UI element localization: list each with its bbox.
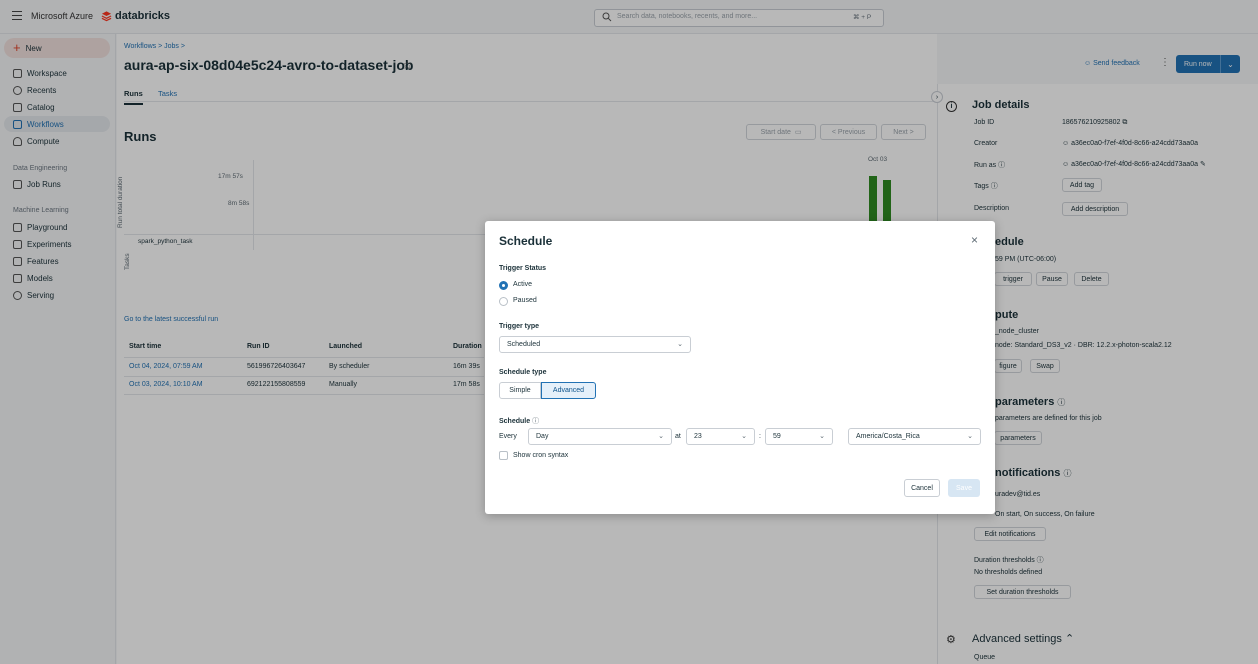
hour-select[interactable]: 23 ⌄ [686, 428, 755, 445]
trigger-type-label: Trigger type [499, 323, 540, 330]
timezone-select[interactable]: America/Costa_Rica ⌄ [848, 428, 981, 445]
close-icon[interactable]: × [971, 233, 978, 247]
timezone-value: America/Costa_Rica [856, 433, 920, 440]
trigger-status-label: Trigger Status [499, 265, 547, 272]
every-label: Every [499, 433, 517, 440]
schedule-type-label: Schedule type [499, 369, 547, 376]
minute-select[interactable]: 59 ⌄ [765, 428, 833, 445]
show-cron-label[interactable]: Show cron syntax [513, 452, 568, 459]
info-icon[interactable]: ⓘ [532, 418, 539, 425]
chevron-down-icon: ⌄ [967, 433, 973, 440]
colon-separator: : [759, 433, 761, 440]
period-value: Day [536, 433, 549, 440]
dialog-title: Schedule [499, 234, 553, 248]
at-label: at [675, 433, 681, 440]
simple-toggle[interactable]: Simple [499, 382, 541, 399]
paused-radio[interactable] [499, 297, 508, 306]
chevron-down-icon: ⌄ [741, 433, 747, 440]
period-select[interactable]: Day ⌄ [528, 428, 672, 445]
advanced-toggle[interactable]: Advanced [541, 382, 596, 399]
save-button[interactable]: Save [948, 479, 980, 497]
show-cron-checkbox[interactable] [499, 451, 508, 460]
paused-label[interactable]: Paused [513, 297, 537, 304]
schedule-text: Schedule [499, 418, 531, 425]
chevron-down-icon: ⌄ [819, 433, 825, 440]
cancel-button[interactable]: Cancel [904, 479, 940, 497]
chevron-down-icon: ⌄ [658, 433, 664, 440]
schedule-label: Schedule ⓘ [499, 416, 539, 426]
chevron-down-icon: ⌄ [677, 341, 683, 348]
schedule-dialog: Schedule × Trigger Status Active Paused … [485, 221, 995, 514]
trigger-type-select[interactable]: Scheduled ⌄ [499, 336, 691, 353]
active-radio[interactable] [499, 281, 508, 290]
minute-value: 59 [773, 433, 781, 440]
active-label[interactable]: Active [513, 281, 532, 288]
hour-value: 23 [694, 433, 702, 440]
trigger-type-value: Scheduled [507, 341, 541, 348]
